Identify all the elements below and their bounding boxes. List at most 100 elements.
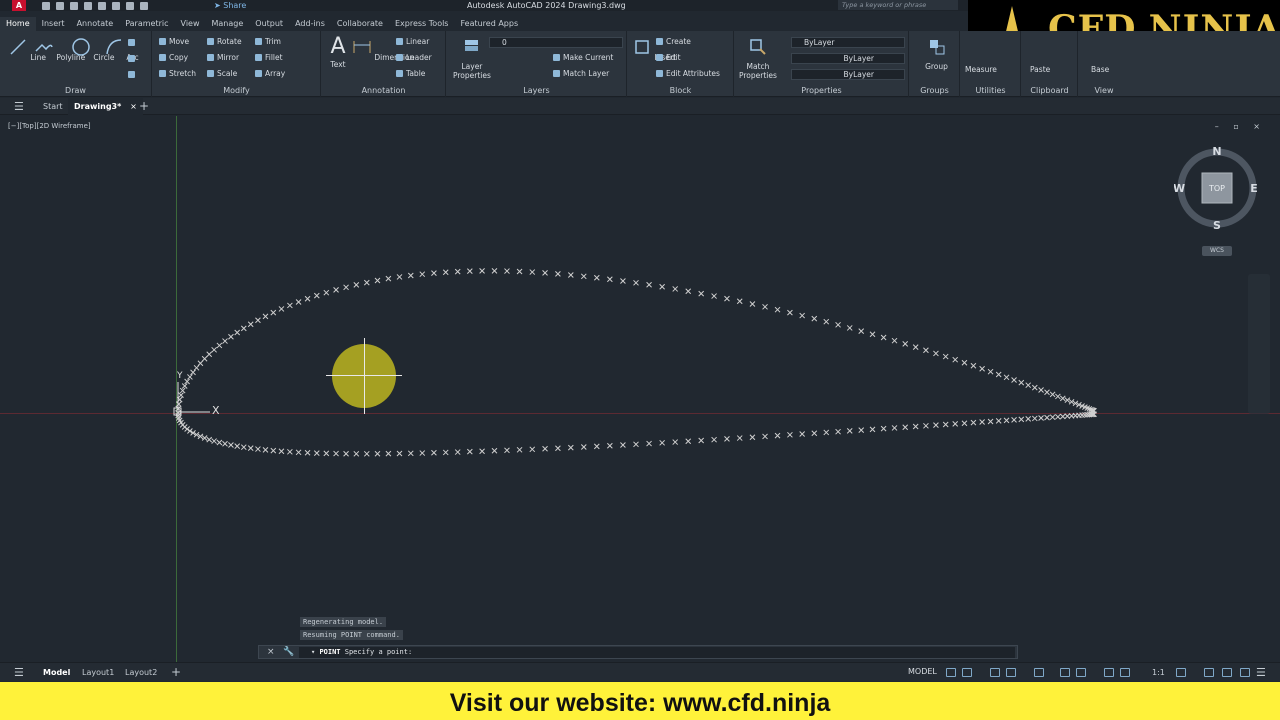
array-button[interactable]: Array — [255, 68, 285, 80]
linear-button[interactable]: Linear — [396, 36, 429, 48]
compass-north[interactable]: N — [1212, 145, 1221, 158]
undo-icon[interactable] — [126, 1, 134, 10]
plot-icon[interactable] — [98, 1, 106, 10]
new-tab-button[interactable]: + — [139, 98, 149, 115]
print-icon[interactable] — [112, 1, 120, 10]
trim-button[interactable]: Trim — [255, 36, 281, 48]
ortho-icon[interactable] — [990, 668, 1000, 677]
wcs-menu[interactable]: WCS — [1202, 246, 1232, 256]
add-layout-button[interactable]: + — [171, 663, 181, 682]
navigation-bar[interactable] — [1248, 274, 1270, 414]
copy-button[interactable]: Copy — [159, 52, 188, 64]
tab-insert[interactable]: Insert — [36, 17, 71, 31]
viewcube[interactable]: TOP N S W E — [1174, 144, 1260, 234]
draw-panel-title[interactable]: Draw — [0, 86, 151, 95]
edit-attributes-button[interactable]: Edit Attributes — [656, 68, 720, 80]
tab-parametric[interactable]: Parametric — [119, 17, 174, 31]
close-command-icon[interactable]: × — [267, 646, 275, 659]
linetype-dropdown[interactable]: ByLayer — [791, 53, 905, 64]
annotation-panel-title[interactable]: Annotation — [322, 86, 445, 95]
object-snap-icon[interactable] — [1060, 668, 1070, 677]
tab-express-tools[interactable]: Express Tools — [389, 17, 455, 31]
create-block-button[interactable]: Create — [656, 36, 691, 48]
layer-properties-button[interactable]: Layer Properties — [453, 37, 491, 80]
group-button[interactable]: Group — [914, 37, 959, 71]
save-as-icon[interactable] — [84, 1, 92, 10]
color-dropdown[interactable]: ByLayer — [791, 37, 905, 48]
compass-south[interactable]: S — [1213, 219, 1221, 232]
clipboard-panel-title[interactable]: Clipboard — [1022, 86, 1077, 95]
paste-button[interactable]: Paste — [1030, 65, 1050, 74]
make-current-button[interactable]: Make Current — [553, 52, 613, 64]
drawing-viewport[interactable]: [−][Top][2D Wireframe] – ▫ × Y X TOP N S… — [0, 116, 1280, 662]
snap-icon[interactable] — [962, 668, 972, 677]
close-tab-icon[interactable]: × — [130, 102, 137, 111]
measure-button[interactable]: Measure — [965, 65, 997, 74]
match-properties-button[interactable]: Match Properties — [739, 37, 777, 80]
layout1-tab[interactable]: Layout1 — [82, 663, 114, 682]
compass-west[interactable]: W — [1174, 182, 1185, 195]
selection-cycling-icon[interactable] — [1076, 668, 1086, 677]
table-button[interactable]: Table — [396, 68, 425, 80]
groups-panel-title[interactable]: Groups — [910, 86, 959, 95]
tab-featured-apps[interactable]: Featured Apps — [454, 17, 524, 31]
hardware-acceleration-icon[interactable] — [1222, 668, 1232, 677]
polar-icon[interactable] — [1006, 668, 1016, 677]
isolate-icon[interactable] — [1204, 668, 1214, 677]
viewcube-top-face[interactable]: TOP — [1208, 184, 1225, 193]
share-button[interactable]: ➤ Share — [214, 0, 246, 11]
layers-panel-title[interactable]: Layers — [447, 86, 626, 95]
annotation-visibility-icon[interactable] — [1104, 668, 1114, 677]
base-button[interactable]: Base — [1091, 65, 1109, 74]
save-icon[interactable] — [70, 1, 78, 10]
layout2-tab[interactable]: Layout2 — [125, 663, 157, 682]
command-input[interactable]: ▾ POINT Specify a point: — [299, 647, 1015, 658]
drawing-tab[interactable]: Drawing3* × — [68, 98, 143, 115]
model-tab[interactable]: Model — [43, 663, 70, 682]
gradient-tool-button[interactable] — [128, 69, 138, 81]
layer-dropdown[interactable]: 0 — [489, 37, 623, 48]
model-space-indicator[interactable]: MODEL — [908, 667, 937, 676]
mirror-button[interactable]: Mirror — [207, 52, 239, 64]
match-layer-button[interactable]: Match Layer — [553, 68, 609, 80]
isodraft-icon[interactable] — [1034, 668, 1044, 677]
hamburger-menu-icon[interactable]: ☰ — [14, 98, 24, 115]
tab-manage[interactable]: Manage — [206, 17, 250, 31]
tab-output[interactable]: Output — [249, 17, 289, 31]
scale-button[interactable]: Scale — [207, 68, 237, 80]
autocad-logo-icon[interactable]: A — [12, 0, 26, 11]
utilities-panel-title[interactable]: Utilities — [961, 86, 1020, 95]
stretch-button[interactable]: Stretch — [159, 68, 196, 80]
open-file-icon[interactable] — [56, 1, 64, 10]
search-input[interactable]: Type a keyword or phrase — [838, 0, 958, 10]
customization-menu-icon[interactable]: ☰ — [1256, 663, 1266, 682]
view-panel-title[interactable]: View — [1079, 86, 1129, 95]
auto-scale-icon[interactable] — [1120, 668, 1130, 677]
text-tool-button[interactable]: A Text — [328, 36, 348, 70]
clean-screen-icon[interactable] — [1240, 668, 1250, 677]
airfoil-point-cloud[interactable]: Y X — [0, 116, 1280, 662]
modify-panel-title[interactable]: Modify — [153, 86, 320, 95]
new-file-icon[interactable] — [42, 1, 50, 10]
rectangle-tool-button[interactable] — [128, 37, 138, 49]
tab-home[interactable]: Home — [0, 17, 36, 31]
tab-view[interactable]: View — [175, 17, 206, 31]
fillet-button[interactable]: Fillet — [255, 52, 283, 64]
lineweight-dropdown[interactable]: ByLayer — [791, 69, 905, 80]
tab-collaborate[interactable]: Collaborate — [331, 17, 389, 31]
redo-icon[interactable] — [140, 1, 148, 10]
annotation-scale[interactable]: 1:1 — [1152, 663, 1165, 682]
leader-button[interactable]: Leader — [396, 52, 432, 64]
tab-annotate[interactable]: Annotate — [71, 17, 120, 31]
edit-block-button[interactable]: Edit — [656, 52, 681, 64]
compass-east[interactable]: E — [1250, 182, 1258, 195]
start-tab[interactable]: Start — [43, 98, 63, 115]
move-button[interactable]: Move — [159, 36, 189, 48]
layout-menu-icon[interactable]: ☰ — [14, 663, 24, 682]
tab-add-ins[interactable]: Add-ins — [289, 17, 331, 31]
workspace-gear-icon[interactable] — [1176, 668, 1186, 677]
grid-icon[interactable] — [946, 668, 956, 677]
rotate-button[interactable]: Rotate — [207, 36, 242, 48]
customize-wrench-icon[interactable]: 🔧 — [283, 646, 294, 659]
hatch-tool-button[interactable] — [128, 53, 138, 65]
